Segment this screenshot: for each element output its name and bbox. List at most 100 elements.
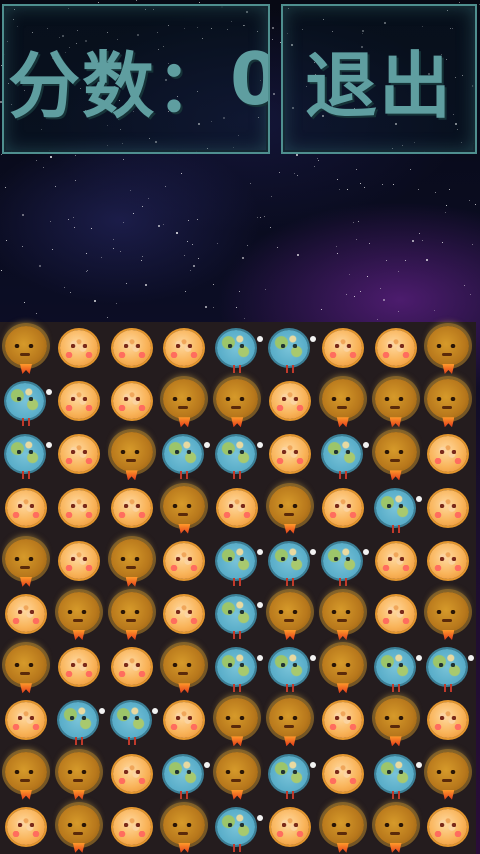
board-cell[interactable] <box>422 748 474 800</box>
board-cell[interactable] <box>264 375 316 427</box>
earth-planet-icon <box>264 641 316 693</box>
board-cell[interactable] <box>158 588 210 640</box>
board-cell[interactable] <box>106 641 158 693</box>
board-cell[interactable] <box>211 482 263 534</box>
board-cell[interactable] <box>264 801 316 853</box>
board-cell[interactable] <box>422 801 474 853</box>
board-cell[interactable] <box>422 322 474 374</box>
board-cell[interactable] <box>0 801 52 853</box>
board-cell[interactable] <box>158 482 210 534</box>
board-cell[interactable] <box>317 694 369 746</box>
earth-planet-icon <box>317 428 369 480</box>
board-cell[interactable] <box>422 482 474 534</box>
board-cell[interactable] <box>158 641 210 694</box>
board-cell[interactable] <box>53 641 105 693</box>
board-cell[interactable] <box>264 694 316 747</box>
board-cell[interactable] <box>0 322 52 374</box>
dark-planet-icon <box>0 748 52 800</box>
board-cell[interactable] <box>211 641 264 693</box>
board-cell[interactable] <box>370 641 422 693</box>
board-cell[interactable] <box>370 322 422 374</box>
board-cell[interactable] <box>370 748 422 800</box>
board-cell[interactable] <box>211 428 264 480</box>
board-cell[interactable] <box>158 322 210 374</box>
board-cell[interactable] <box>53 801 105 853</box>
board-cell[interactable] <box>422 641 475 693</box>
board-cell[interactable] <box>211 322 264 374</box>
board-cell[interactable] <box>370 588 422 640</box>
dark-planet-icon <box>53 748 105 800</box>
board-cell[interactable] <box>0 375 52 427</box>
sun-planet-icon <box>422 801 474 853</box>
board-cell[interactable] <box>0 694 52 746</box>
board-cell[interactable] <box>211 748 263 800</box>
board-cell[interactable] <box>53 535 105 587</box>
board-cell[interactable] <box>317 375 369 428</box>
board-cell[interactable] <box>158 535 210 587</box>
board-cell[interactable] <box>264 748 316 800</box>
board-cell[interactable] <box>106 694 158 746</box>
board-cell[interactable] <box>0 588 52 640</box>
board-cell[interactable] <box>106 375 158 427</box>
board-cell[interactable] <box>0 535 52 587</box>
board-cell[interactable] <box>317 588 369 640</box>
board-cell[interactable] <box>317 322 369 374</box>
board-cell[interactable] <box>370 694 422 747</box>
board-cell[interactable] <box>0 428 52 480</box>
dark-planet-icon <box>422 748 474 800</box>
board-cell[interactable] <box>106 535 158 587</box>
board-cell[interactable] <box>264 641 316 693</box>
board-cell[interactable] <box>106 322 158 374</box>
board-cell[interactable] <box>317 641 369 694</box>
board-cell[interactable] <box>106 588 158 640</box>
board-cell[interactable] <box>158 375 210 428</box>
board-cell[interactable] <box>211 588 264 640</box>
board-cell[interactable] <box>53 322 105 374</box>
board-cell[interactable] <box>317 428 369 480</box>
board-cell[interactable] <box>211 694 263 747</box>
board-cell[interactable] <box>317 748 369 800</box>
exit-button[interactable]: 退出 <box>281 4 477 154</box>
board-cell[interactable] <box>53 694 105 746</box>
sun-planet-icon <box>0 801 52 853</box>
board-cell[interactable] <box>370 428 422 481</box>
board-cell[interactable] <box>158 694 210 746</box>
board-cell[interactable] <box>422 535 474 587</box>
board-cell[interactable] <box>317 535 369 587</box>
board-cell[interactable] <box>53 375 105 427</box>
board-cell[interactable] <box>422 375 474 428</box>
board-cell[interactable] <box>264 588 316 640</box>
board-cell[interactable] <box>158 748 211 800</box>
board-cell[interactable] <box>0 641 52 694</box>
board-cell[interactable] <box>106 428 158 481</box>
board-cell[interactable] <box>422 588 474 640</box>
board-cell[interactable] <box>370 482 422 534</box>
board-cell[interactable] <box>264 535 316 587</box>
board-cell[interactable] <box>211 535 264 587</box>
board-cell[interactable] <box>264 482 316 534</box>
board-cell[interactable] <box>370 535 422 587</box>
board-cell[interactable] <box>53 748 105 800</box>
board-cell[interactable] <box>106 482 158 534</box>
board-cell[interactable] <box>211 375 263 428</box>
board-cell[interactable] <box>158 801 210 853</box>
board-cell[interactable] <box>370 375 422 428</box>
board-cell[interactable] <box>264 322 316 374</box>
board-cell[interactable] <box>53 588 105 640</box>
board-cell[interactable] <box>158 428 211 480</box>
board-cell[interactable] <box>422 694 474 746</box>
board-cell[interactable] <box>53 482 105 534</box>
board-cell[interactable] <box>0 482 52 534</box>
board-cell[interactable] <box>317 801 369 853</box>
board-cell[interactable] <box>370 801 422 853</box>
sun-planet-icon <box>106 801 158 853</box>
board-cell[interactable] <box>211 801 264 853</box>
board-cell[interactable] <box>264 428 316 480</box>
board-cell[interactable] <box>317 482 369 534</box>
board-cell[interactable] <box>106 748 158 800</box>
board-cell[interactable] <box>422 428 474 480</box>
board-cell[interactable] <box>0 748 52 800</box>
dark-planet-icon <box>211 375 263 428</box>
board-cell[interactable] <box>53 428 105 480</box>
board-cell[interactable] <box>106 801 158 853</box>
